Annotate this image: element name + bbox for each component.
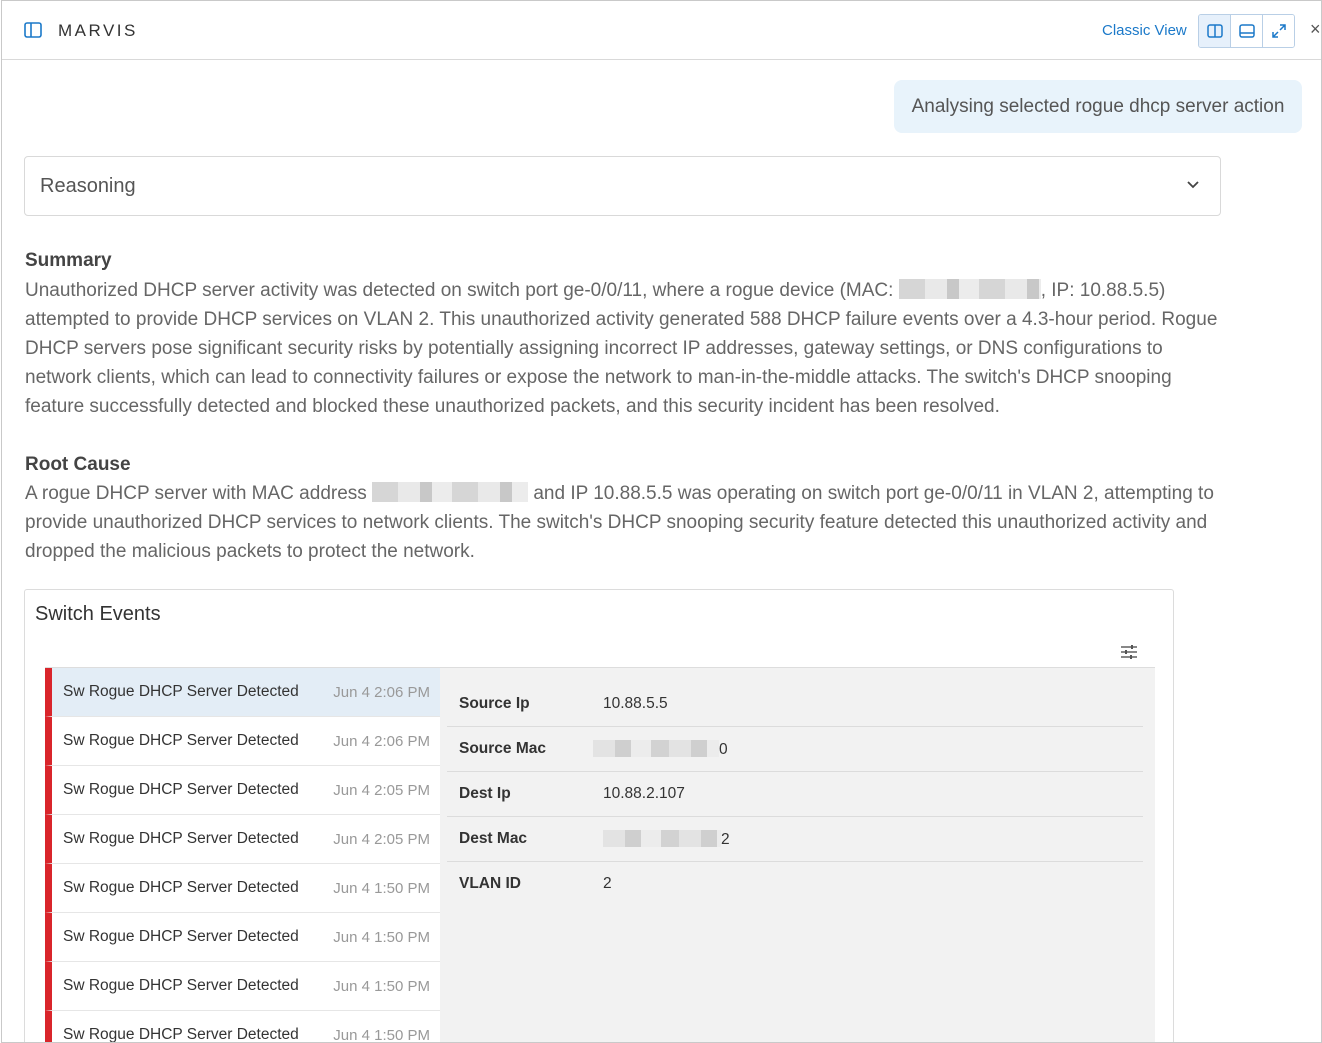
- event-name: Sw Rogue DHCP Server Detected: [63, 1026, 299, 1043]
- detail-key: VLAN ID: [459, 875, 521, 892]
- close-icon[interactable]: ×: [1310, 19, 1321, 40]
- event-row[interactable]: Sw Rogue DHCP Server Detected Jun 4 1:50…: [45, 913, 440, 962]
- filter-settings-icon[interactable]: [1121, 645, 1137, 664]
- event-name: Sw Rogue DHCP Server Detected: [63, 732, 299, 749]
- classic-view-link[interactable]: Classic View: [1102, 22, 1187, 39]
- detail-key: Dest Ip: [459, 785, 511, 802]
- detail-value: 0: [593, 740, 728, 759]
- detail-value: 2: [603, 875, 612, 892]
- event-time: Jun 4 1:50 PM: [333, 1027, 430, 1043]
- bottom-panel-icon[interactable]: [1231, 15, 1263, 47]
- app-title: MARVIS: [58, 21, 138, 40]
- event-time: Jun 4 2:05 PM: [333, 782, 430, 799]
- marvis-panel: MARVIS Classic View × Analysing selected…: [1, 0, 1322, 1043]
- detail-value: 10.88.2.107: [603, 785, 685, 802]
- detail-row: Dest Mac 2: [447, 817, 1143, 862]
- chevron-down-icon: [1186, 177, 1200, 195]
- detail-value: 10.88.5.5: [603, 695, 668, 712]
- event-name: Sw Rogue DHCP Server Detected: [63, 683, 299, 700]
- detail-value: 2: [603, 830, 730, 849]
- reasoning-label: Reasoning: [40, 175, 136, 197]
- sidebar-toggle-icon[interactable]: [24, 22, 42, 38]
- detail-value-suffix: 2: [721, 831, 730, 848]
- summary-text: Unauthorized DHCP server activity was de…: [25, 276, 1225, 421]
- split-view-icon[interactable]: [1199, 15, 1231, 47]
- redacted-mac: [898, 279, 1041, 299]
- root-cause-heading: Root Cause: [25, 454, 131, 475]
- event-time: Jun 4 1:50 PM: [333, 929, 430, 946]
- expand-icon[interactable]: [1263, 15, 1294, 47]
- switch-events-card: Switch Events Sw Rogue DHCP Server Detec…: [24, 589, 1174, 1043]
- detail-value-suffix: 0: [719, 741, 728, 758]
- event-time: Jun 4 1:50 PM: [333, 880, 430, 897]
- root-cause-text: A rogue DHCP server with MAC address and…: [25, 479, 1225, 566]
- event-details: Source Ip 10.88.5.5 Source Mac 0 Dest Ip…: [447, 682, 1143, 906]
- event-time: Jun 4 2:05 PM: [333, 831, 430, 848]
- event-name: Sw Rogue DHCP Server Detected: [63, 928, 299, 945]
- detail-key: Source Ip: [459, 695, 530, 712]
- event-row[interactable]: Sw Rogue DHCP Server Detected Jun 4 1:50…: [45, 1011, 440, 1043]
- event-row[interactable]: Sw Rogue DHCP Server Detected Jun 4 2:05…: [45, 815, 440, 864]
- summary-text-part1: Unauthorized DHCP server activity was de…: [25, 280, 899, 301]
- detail-key: Source Mac: [459, 740, 547, 757]
- redacted-mac: [603, 830, 721, 847]
- events-panel: Sw Rogue DHCP Server Detected Jun 4 2:06…: [45, 667, 1155, 1043]
- event-row[interactable]: Sw Rogue DHCP Server Detected Jun 4 2:05…: [45, 766, 440, 815]
- redacted-mac: [593, 740, 719, 757]
- event-row[interactable]: Sw Rogue DHCP Server Detected Jun 4 1:50…: [45, 864, 440, 913]
- event-name: Sw Rogue DHCP Server Detected: [63, 830, 299, 847]
- detail-row: Dest Ip 10.88.2.107: [447, 772, 1143, 817]
- redacted-mac: [372, 482, 529, 502]
- detail-row: Source Mac 0: [447, 727, 1143, 772]
- event-row[interactable]: Sw Rogue DHCP Server Detected Jun 4 2:06…: [45, 668, 440, 717]
- event-name: Sw Rogue DHCP Server Detected: [63, 879, 299, 896]
- event-name: Sw Rogue DHCP Server Detected: [63, 977, 299, 994]
- summary-heading: Summary: [25, 250, 112, 271]
- event-time: Jun 4 1:50 PM: [333, 978, 430, 995]
- user-message-bubble: Analysing selected rogue dhcp server act…: [894, 80, 1302, 133]
- view-mode-toggle: [1198, 14, 1295, 48]
- event-list: Sw Rogue DHCP Server Detected Jun 4 2:06…: [45, 668, 440, 1043]
- reasoning-accordion[interactable]: Reasoning: [24, 156, 1221, 216]
- switch-events-title: Switch Events: [35, 603, 161, 625]
- event-name: Sw Rogue DHCP Server Detected: [63, 781, 299, 798]
- detail-row: VLAN ID 2: [447, 862, 1143, 906]
- event-row[interactable]: Sw Rogue DHCP Server Detected Jun 4 2:06…: [45, 717, 440, 766]
- user-message-text: Analysing selected rogue dhcp server act…: [911, 95, 1285, 117]
- panel-header: MARVIS Classic View ×: [2, 1, 1321, 60]
- event-time: Jun 4 2:06 PM: [333, 684, 430, 701]
- event-row[interactable]: Sw Rogue DHCP Server Detected Jun 4 1:50…: [45, 962, 440, 1011]
- detail-key: Dest Mac: [459, 830, 528, 847]
- detail-row: Source Ip 10.88.5.5: [447, 682, 1143, 727]
- event-time: Jun 4 2:06 PM: [333, 733, 430, 750]
- root-cause-text-part1: A rogue DHCP server with MAC address: [25, 483, 373, 504]
